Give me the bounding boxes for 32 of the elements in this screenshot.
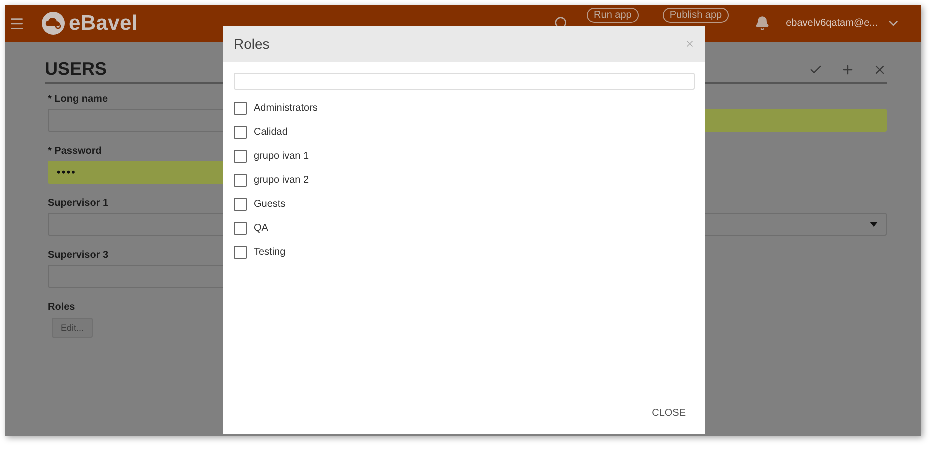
checkbox[interactable] — [234, 126, 247, 138]
option-label[interactable]: grupo ivan 2 — [254, 174, 310, 186]
brand-name: eBavel — [69, 12, 138, 36]
bell-icon[interactable] — [755, 16, 770, 31]
option-label[interactable]: Calidad — [254, 126, 288, 138]
option-label[interactable]: Administrators — [254, 102, 318, 114]
field-label: Supervisor 3 — [48, 250, 109, 263]
checkbox[interactable] — [234, 102, 247, 114]
user-email[interactable]: ebavelv6qatam@e... — [786, 18, 878, 29]
checkbox[interactable] — [234, 222, 247, 234]
search-field[interactable] — [234, 73, 695, 90]
roles-label: Roles — [48, 302, 76, 315]
close-button[interactable]: CLOSE — [652, 408, 686, 419]
field-label: * Long name — [48, 94, 108, 107]
run-app-button[interactable]: Run app — [587, 8, 639, 23]
dialog-title: Roles — [234, 36, 271, 52]
plus-icon[interactable] — [841, 62, 855, 76]
field-label: Supervisor 1 — [48, 198, 109, 211]
option-label[interactable]: grupo ivan 1 — [254, 150, 310, 162]
checkbox[interactable] — [234, 150, 247, 162]
option-label[interactable]: QA — [254, 222, 268, 234]
option-label[interactable]: Guests — [254, 198, 286, 210]
checkbox[interactable] — [234, 246, 247, 258]
checkbox[interactable] — [234, 174, 247, 186]
cloud-logo-icon — [42, 12, 65, 35]
field-label: * Password — [48, 146, 102, 159]
option-label[interactable]: Testing — [254, 246, 286, 258]
menu-icon[interactable] — [9, 16, 25, 32]
publish-app-button[interactable]: Publish app — [662, 8, 730, 23]
page-title: USERS — [45, 59, 108, 80]
caret-icon — [870, 222, 878, 227]
checkbox[interactable] — [234, 198, 247, 210]
